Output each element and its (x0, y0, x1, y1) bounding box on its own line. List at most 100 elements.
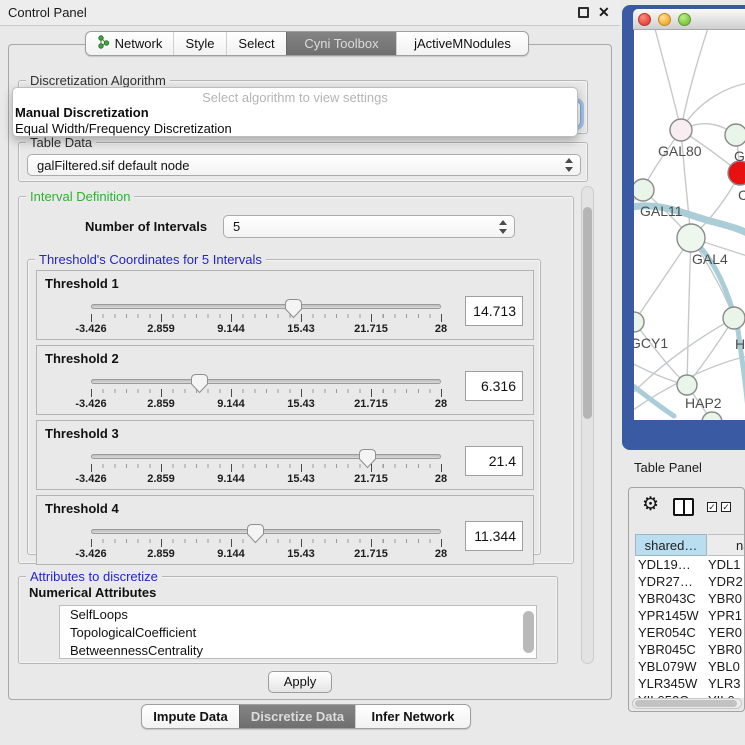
threshold-1-panel: Threshold 1 -3.426 2.859 9.144 15.43 21.… (36, 270, 534, 340)
table-horizontal-scrollbar-thumb[interactable] (635, 700, 737, 707)
column-header-name[interactable]: na (708, 534, 745, 556)
group-title: Attributes to discretize (26, 569, 162, 584)
threshold-value-field[interactable]: 11.344 (465, 521, 523, 551)
node-clipped-right-mid[interactable] (723, 307, 745, 329)
network-view-window[interactable]: GAL80 GA C GAL11 GAL4 GCY1 H HAP2 (622, 5, 745, 450)
close-icon[interactable]: ✕ (598, 4, 610, 21)
number-of-intervals-label: Number of Intervals (85, 219, 207, 234)
tick-label: -3.426 (61, 323, 121, 335)
list-item[interactable]: BetweennessCentrality (60, 642, 536, 659)
tab-jactivemnodules[interactable]: jActiveMNodules (396, 32, 528, 55)
slider-track[interactable] (91, 379, 441, 384)
slider-thumb[interactable] (246, 523, 265, 544)
numerical-attributes-label: Numerical Attributes (29, 585, 156, 600)
float-icon[interactable] (578, 7, 589, 18)
node-gcy1[interactable] (634, 312, 644, 332)
slider-track[interactable] (91, 304, 441, 309)
list-item[interactable]: TopologicalCoefficient (60, 624, 536, 642)
table-row[interactable]: YER054CYER0 (635, 624, 745, 641)
node-gal4[interactable] (677, 224, 705, 252)
table-row[interactable]: YDR27…YDR2 (635, 573, 745, 590)
stepper-icon (564, 158, 573, 172)
tab-discretize-data[interactable]: Discretize Data (239, 705, 355, 728)
zoom-traffic-light-icon[interactable] (678, 13, 691, 26)
table-row[interactable]: YBL079WYBL0 (635, 658, 745, 675)
tick-label: 21.715 (341, 398, 401, 410)
node-table-body[interactable]: YDL19…YDL1 YDR27…YDR2 YBR043CYBR0 YPR145… (635, 556, 745, 698)
tick-label: 15.43 (271, 323, 331, 335)
tab-cyni-toolbox[interactable]: Cyni Toolbox (286, 32, 396, 55)
node-gal80[interactable] (670, 119, 692, 141)
node-clipped-right-top[interactable] (725, 124, 745, 146)
threshold-3-panel: Threshold 3 -3.426 2.859 9.144 15.43 21.… (36, 420, 534, 490)
network-canvas[interactable]: GAL80 GA C GAL11 GAL4 GCY1 H HAP2 (634, 30, 745, 420)
table-row[interactable]: YBR043CYBR0 (635, 590, 745, 607)
checkbox-icon[interactable]: ✓ (707, 502, 717, 512)
tab-select[interactable]: Select (226, 32, 286, 55)
table-row[interactable]: YLR345WYLR3 (635, 675, 745, 692)
interval-definition-group: Interval Definition Number of Intervals … (18, 196, 574, 564)
node-red-selected[interactable] (728, 161, 745, 185)
tick-label: 21.715 (341, 473, 401, 485)
node-label: H (735, 336, 745, 352)
column-header-shared-name[interactable]: shared… (635, 534, 707, 556)
dropdown-option-manual[interactable]: Manual Discretization (15, 105, 149, 120)
threshold-value-field[interactable]: 6.316 (465, 371, 523, 401)
slider-thumb[interactable] (284, 298, 303, 319)
slider-major-ticks (91, 464, 443, 472)
node-label: GAL11 (640, 203, 683, 219)
tick-label: 2.859 (131, 548, 191, 560)
tick-label: 9.144 (201, 473, 261, 485)
tab-network[interactable]: Network (86, 32, 173, 55)
slider-thumb[interactable] (190, 373, 209, 394)
threshold-label: Threshold 2 (45, 351, 119, 366)
slider-track[interactable] (91, 454, 441, 459)
table-row[interactable]: YPR145WYPR1 (635, 607, 745, 624)
tick-label: -3.426 (61, 548, 121, 560)
close-traffic-light-icon[interactable] (638, 13, 651, 26)
node-hap2[interactable] (677, 375, 697, 395)
gear-icon[interactable]: ⚙ (642, 493, 659, 516)
apply-button[interactable]: Apply (268, 671, 332, 693)
control-panel-tabbar: Network Style Select Cyni Toolbox jActiv… (85, 31, 529, 56)
table-data-group: Table Data galFiltered.sif default node (18, 142, 588, 182)
tick-label: -3.426 (61, 473, 121, 485)
tab-infer-network[interactable]: Infer Network (355, 705, 470, 728)
tick-label: -3.426 (61, 398, 121, 410)
list-scrollbar[interactable] (523, 611, 534, 653)
table-panel: ⚙ ✓ ✓ shared… na YDL19…YDL1 YDR27…YDR2 Y… (628, 487, 745, 712)
table-row[interactable]: YBR045CYBR0 (635, 641, 745, 658)
table-row[interactable]: YDL19…YDL1 (635, 556, 745, 573)
dropdown-option-equal-width[interactable]: Equal Width/Frequency Discretization (15, 121, 232, 136)
table-data-combobox[interactable]: galFiltered.sif default node (27, 154, 581, 176)
group-title: Table Data (26, 135, 96, 150)
tick-label: 15.43 (271, 473, 331, 485)
minimize-traffic-light-icon[interactable] (658, 13, 671, 26)
tab-style[interactable]: Style (173, 32, 226, 55)
slider-major-ticks (91, 314, 443, 322)
slider-track[interactable] (91, 529, 441, 534)
threshold-value-field[interactable]: 14.713 (465, 296, 523, 326)
table-panel-title: Table Panel (634, 460, 702, 475)
panel-scrollbar[interactable] (581, 186, 594, 664)
tick-label: 9.144 (201, 548, 261, 560)
tick-label: 21.715 (341, 323, 401, 335)
split-columns-icon[interactable] (673, 498, 694, 516)
threshold-label: Threshold 3 (45, 426, 119, 441)
node-clipped-bottom[interactable] (702, 412, 722, 420)
threshold-value-field[interactable]: 21.4 (465, 446, 523, 476)
attributes-group: Attributes to discretize Numerical Attri… (18, 576, 558, 664)
tab-impute-data[interactable]: Impute Data (142, 705, 239, 728)
slider-thumb[interactable] (358, 448, 377, 469)
panel-scrollbar-thumb[interactable] (583, 207, 592, 419)
group-title: Interval Definition (26, 189, 134, 204)
checkbox-icon[interactable]: ✓ (721, 502, 731, 512)
slider-major-ticks (91, 389, 443, 397)
list-item[interactable]: SelfLoops (60, 606, 536, 624)
numerical-attributes-list[interactable]: SelfLoops TopologicalCoefficient Between… (59, 605, 537, 659)
table-horizontal-scrollbar[interactable] (632, 698, 742, 709)
network-icon (97, 35, 110, 52)
threshold-label: Threshold 1 (45, 276, 119, 291)
node-gal11[interactable] (634, 179, 654, 201)
number-of-intervals-combobox[interactable]: 5 (223, 215, 515, 238)
